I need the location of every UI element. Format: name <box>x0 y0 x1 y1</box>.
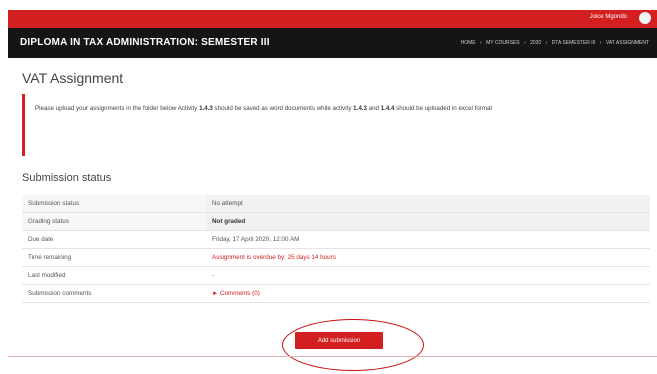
course-header: DIPLOMA IN TAX ADMINISTRATION: SEMESTER … <box>8 28 657 58</box>
submission-status-heading: Submission status <box>22 172 112 184</box>
avatar[interactable] <box>639 12 651 24</box>
submission-status-table: Submission status No attempt Grading sta… <box>22 195 650 303</box>
row-label: Due date <box>22 230 206 249</box>
row-label: Submission comments <box>22 284 206 303</box>
row-label: Submission status <box>22 195 206 213</box>
table-row: Submission comments ► Comments (0) <box>22 284 650 303</box>
breadcrumb-item-home[interactable]: HOME <box>461 40 476 46</box>
time-remaining-value: Assignment is overdue by: 25 days 14 hou… <box>206 248 650 267</box>
breadcrumb-item-year[interactable]: 2020 <box>530 40 541 46</box>
breadcrumb-item-course[interactable]: DTA SEMESTER III <box>552 40 596 46</box>
notice-accent-bar <box>22 94 25 156</box>
course-title[interactable]: DIPLOMA IN TAX ADMINISTRATION: SEMESTER … <box>20 37 270 48</box>
page-frame: Joice Mgondo DIPLOMA IN TAX ADMINISTRATI… <box>0 0 657 374</box>
assignment-instructions: Please upload your assignments in the fo… <box>35 105 493 112</box>
row-label: Last modified <box>22 266 206 285</box>
comments-link[interactable]: ► Comments (0) <box>206 284 650 303</box>
table-row: Time remaining Assignment is overdue by:… <box>22 248 650 267</box>
row-label: Time remaining <box>22 248 206 267</box>
table-row: Submission status No attempt <box>22 195 650 213</box>
breadcrumb-item-assignment[interactable]: VAT ASSIGNMENT <box>606 40 649 46</box>
table-row: Last modified - <box>22 266 650 285</box>
top-bar: Joice Mgondo <box>8 10 657 28</box>
user-name[interactable]: Joice Mgondo <box>590 14 627 20</box>
breadcrumb: HOME › MY COURSES › 2020 › DTA SEMESTER … <box>460 40 649 46</box>
divider <box>8 356 657 357</box>
last-modified-value: - <box>206 266 650 285</box>
due-date-value: Friday, 17 April 2020, 12:00 AM <box>206 230 650 249</box>
table-row: Due date Friday, 17 April 2020, 12:00 AM <box>22 230 650 249</box>
table-row: Grading status Not graded <box>22 212 650 231</box>
row-value: No attempt <box>206 195 650 213</box>
breadcrumb-item-courses[interactable]: MY COURSES <box>486 40 520 46</box>
page-title: VAT Assignment <box>22 70 124 86</box>
row-label: Grading status <box>22 212 206 231</box>
grading-status-value: Not graded <box>206 212 650 231</box>
highlight-circle <box>282 319 424 371</box>
